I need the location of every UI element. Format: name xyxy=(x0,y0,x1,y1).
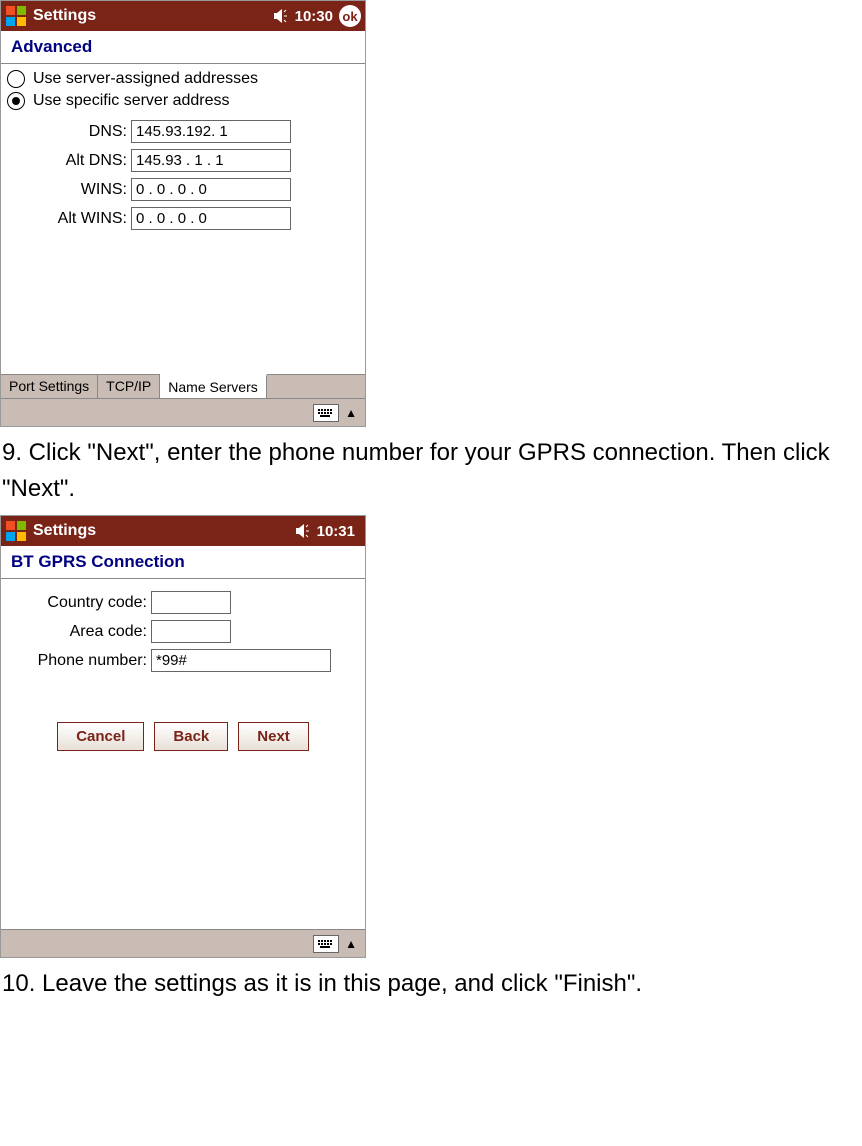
instruction-step-9: 9. Click "Next", enter the phone number … xyxy=(0,427,862,515)
device-screenshot-1: Settings 10:30 ok Advanced Use server-as… xyxy=(0,0,366,427)
dns-input[interactable] xyxy=(131,120,291,143)
sound-icon[interactable] xyxy=(295,524,313,538)
windows-logo-icon xyxy=(5,5,27,27)
wins-label: WINS: xyxy=(7,178,127,201)
bottom-bar: ▲ xyxy=(1,929,365,957)
bottom-bar: ▲ xyxy=(1,398,365,426)
phone-label: Phone number: xyxy=(7,649,147,672)
titlebar: Settings 10:30 ok xyxy=(1,1,365,31)
instruction-step-10: 10. Leave the settings as it is in this … xyxy=(0,958,862,1010)
up-arrow-icon[interactable]: ▲ xyxy=(341,937,361,951)
content-area: Use server-assigned addresses Use specif… xyxy=(1,64,365,374)
next-button[interactable]: Next xyxy=(238,722,309,751)
section-header: Advanced xyxy=(1,31,365,64)
device-screenshot-2: Settings 10:31 BT GPRS Connection Countr… xyxy=(0,515,366,958)
dns-label: DNS: xyxy=(7,120,127,143)
wins-input[interactable] xyxy=(131,178,291,201)
content-area: Country code: Area code: Phone number: C… xyxy=(1,579,365,929)
radio-icon-checked xyxy=(7,92,25,110)
radio-icon xyxy=(7,70,25,88)
altwins-label: Alt WINS: xyxy=(7,207,127,230)
radio-label: Use server-assigned addresses xyxy=(33,70,258,88)
radio-label: Use specific server address xyxy=(33,92,230,110)
area-label: Area code: xyxy=(7,620,147,643)
altdns-label: Alt DNS: xyxy=(7,149,127,172)
titlebar: Settings 10:31 xyxy=(1,516,365,546)
field-grid: Country code: Area code: Phone number: xyxy=(7,591,359,672)
section-header: BT GPRS Connection xyxy=(1,546,365,579)
ok-button[interactable]: ok xyxy=(339,5,361,27)
phone-input[interactable] xyxy=(151,649,331,672)
field-grid: DNS: Alt DNS: WINS: Alt WINS: xyxy=(7,120,359,230)
tab-port-settings[interactable]: Port Settings xyxy=(1,375,98,398)
clock-time: 10:31 xyxy=(317,523,355,540)
altwins-input[interactable] xyxy=(131,207,291,230)
sound-icon[interactable] xyxy=(273,9,291,23)
cancel-button[interactable]: Cancel xyxy=(57,722,144,751)
tab-tcpip[interactable]: TCP/IP xyxy=(98,375,160,398)
radio-server-assigned[interactable]: Use server-assigned addresses xyxy=(7,68,359,90)
app-title: Settings xyxy=(33,7,273,25)
app-title: Settings xyxy=(33,522,295,540)
windows-logo-icon xyxy=(5,520,27,542)
radio-specific-server[interactable]: Use specific server address xyxy=(7,90,359,112)
back-button[interactable]: Back xyxy=(154,722,228,751)
tab-bar: Port Settings TCP/IP Name Servers xyxy=(1,374,365,398)
clock-time: 10:30 xyxy=(295,8,333,25)
keyboard-icon[interactable] xyxy=(313,935,339,953)
area-input[interactable] xyxy=(151,620,231,643)
country-input[interactable] xyxy=(151,591,231,614)
country-label: Country code: xyxy=(7,591,147,614)
keyboard-icon[interactable] xyxy=(313,404,339,422)
button-row: Cancel Back Next xyxy=(7,722,359,751)
tab-name-servers[interactable]: Name Servers xyxy=(160,374,266,398)
up-arrow-icon[interactable]: ▲ xyxy=(341,406,361,420)
altdns-input[interactable] xyxy=(131,149,291,172)
